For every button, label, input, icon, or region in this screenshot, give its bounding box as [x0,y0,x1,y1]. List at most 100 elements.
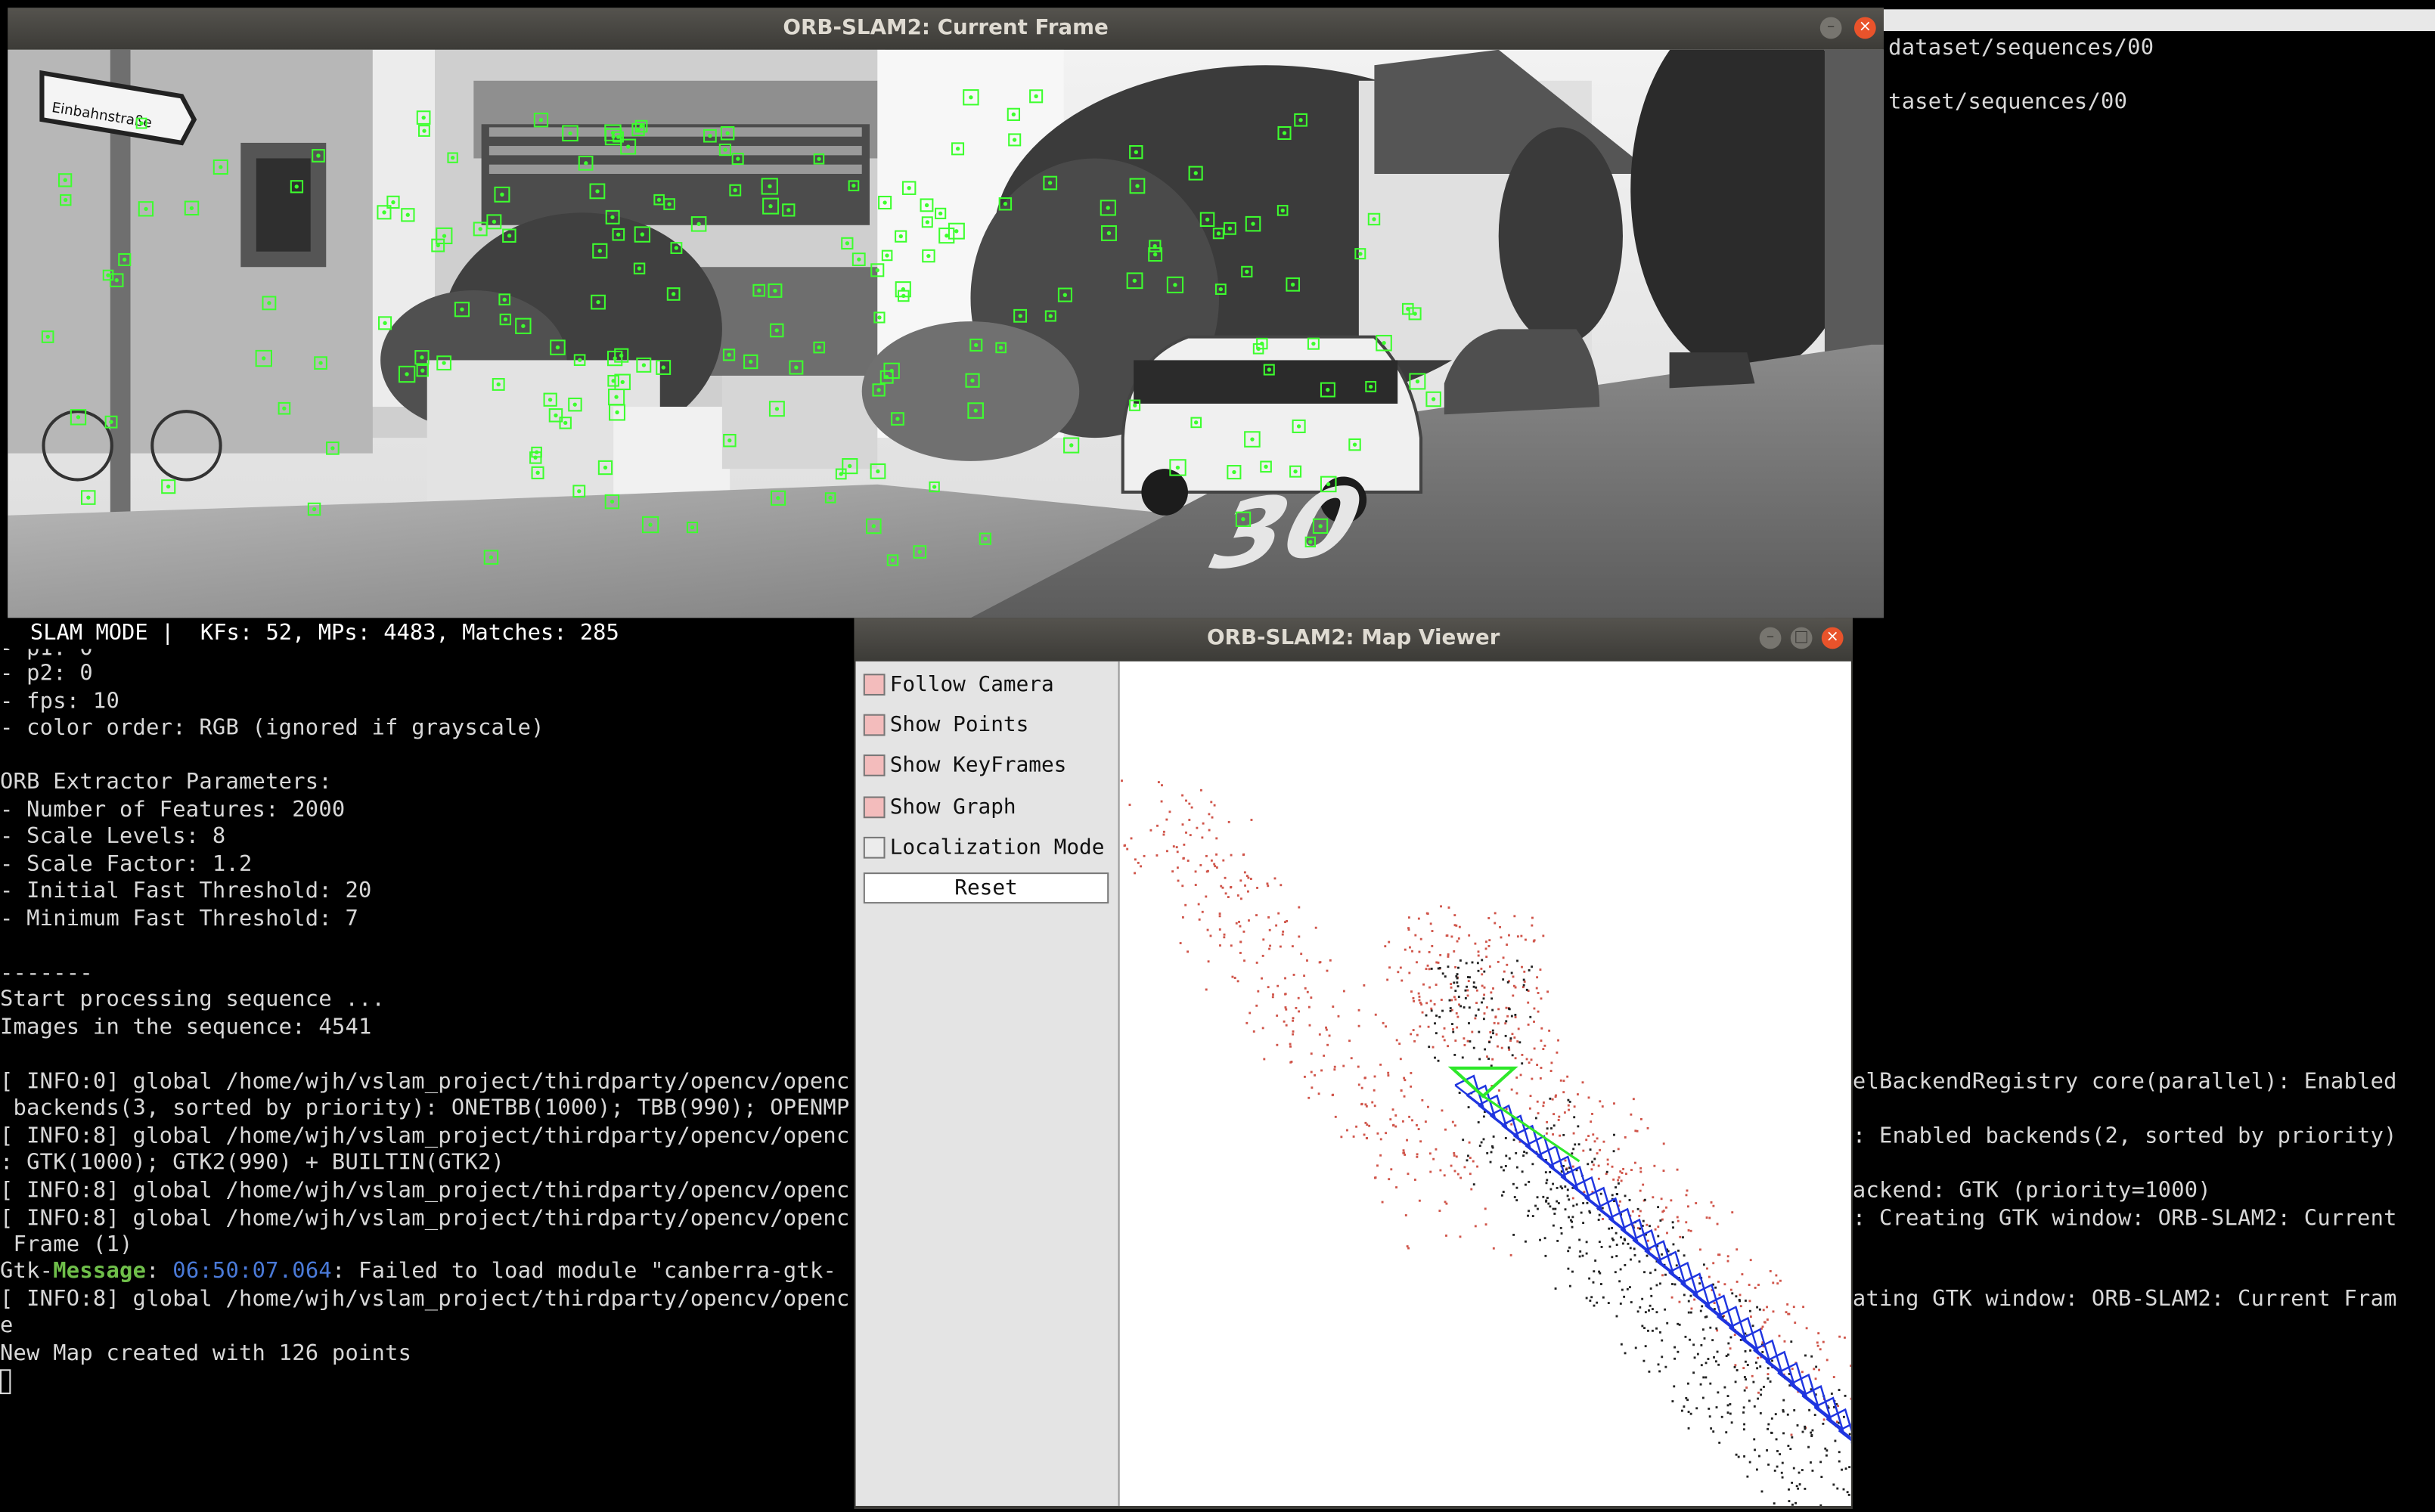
keypoint-center [828,495,833,500]
map-point [1838,1389,1841,1391]
keypoint-center [1318,524,1323,528]
map-point [1402,1149,1405,1152]
show-points-toggle[interactable]: Show Points [863,711,1028,739]
map-point [1556,1186,1559,1189]
map-point [1490,1064,1493,1067]
map-point [1468,1141,1471,1144]
map-viewer-window[interactable]: ORB-SLAM2: Map Viewer – □ × Follow Camer… [854,618,1853,1510]
map-point [1753,1438,1756,1441]
map-point [1676,1168,1679,1171]
map-point [1689,1338,1691,1341]
current-frame-titlebar[interactable]: ORB-SLAM2: Current Frame – × [8,8,1884,50]
map-point [1298,1010,1301,1013]
map-point [1297,996,1300,999]
checkbox[interactable] [863,674,886,696]
map-point [1500,1046,1503,1049]
map-point [1649,1287,1652,1290]
checkbox[interactable] [863,754,886,776]
keypoint-center [1382,340,1386,345]
map-point [1760,1490,1763,1493]
map-point [1620,1179,1623,1182]
map-point [1505,1020,1508,1023]
map-viewer-titlebar[interactable]: ORB-SLAM2: Map Viewer – □ × [854,618,1853,662]
map-point [1573,1116,1576,1119]
map-point [1756,1306,1759,1309]
map-point [1700,1343,1703,1346]
maximize-icon[interactable]: □ [1790,627,1813,649]
close-icon[interactable]: × [1821,627,1844,649]
map-point [1562,1133,1565,1136]
map-point [1638,1260,1641,1263]
map-point [1430,1007,1433,1010]
map-point [1540,1067,1543,1069]
map-point [1456,1026,1459,1029]
current-frame-window[interactable]: ORB-SLAM2: Current Frame – × Einbahnstra… [8,8,1884,618]
follow-camera-toggle[interactable]: Follow Camera [863,671,1054,699]
map-point [1744,1300,1747,1302]
map-point [1670,1296,1673,1299]
map-point [1268,947,1271,950]
checkbox[interactable] [863,714,886,736]
map-point [1425,1014,1428,1017]
map-point [1533,1047,1536,1050]
show-keyframes-toggle[interactable]: Show KeyFrames [863,751,1066,779]
keypoint-center [595,189,600,194]
reset-button[interactable]: Reset [863,872,1109,904]
map-point [1655,1284,1658,1287]
map-point [1695,1202,1698,1204]
map-point [1522,978,1525,981]
map-point [1745,1378,1748,1381]
map-point [1531,916,1534,919]
map-point [1772,1310,1775,1313]
map-3d-view[interactable] [1119,661,1851,1506]
minimize-icon[interactable]: – [1759,627,1782,649]
map-point [1311,1086,1314,1089]
keypoint-center [507,234,512,238]
map-point [1410,1071,1413,1074]
checkbox[interactable] [863,796,886,819]
map-point [1578,1238,1581,1241]
map-point [1292,1033,1295,1036]
map-point [1307,1005,1311,1009]
map-point [1515,1092,1518,1095]
map-point [1593,1157,1596,1160]
map-point [1773,1469,1776,1472]
map-point [1517,1027,1520,1030]
map-point [1767,1373,1770,1376]
map-point [1181,885,1184,888]
map-point [1608,1245,1611,1248]
map-point [1463,1037,1466,1040]
map-point [1333,1068,1336,1071]
keypoint-center [723,147,727,152]
map-point [1804,1354,1807,1357]
map-point [1817,1332,1820,1335]
localization-mode-toggle[interactable]: Localization Mode [863,834,1104,862]
map-point [1162,830,1165,833]
terminal-line: : Enabled backends(2, sorted by priority… [1852,1123,2397,1149]
map-point [1825,1359,1829,1362]
map-point [1208,829,1211,832]
map-point [1717,1280,1720,1283]
show-graph-toggle[interactable]: Show Graph [863,793,1016,821]
map-point [1472,1160,1475,1163]
map-point [1219,944,1221,947]
map-point [1624,1136,1627,1139]
window-title: ORB-SLAM2: Map Viewer [1206,625,1500,651]
map-point [1771,1359,1773,1362]
close-icon[interactable]: × [1853,17,1876,39]
map-point [1775,1274,1778,1277]
map-point [1611,1237,1614,1240]
keypoint-center [547,398,553,402]
map-point [1748,1461,1751,1464]
keypoint-center [875,268,879,273]
map-point [1545,1132,1548,1135]
map-point [1472,1046,1475,1049]
map-point [1295,1006,1298,1009]
map-point [1594,1259,1597,1262]
map-point [1717,1391,1720,1394]
map-point [1318,1033,1321,1036]
minimize-icon[interactable]: – [1819,17,1842,39]
map-point [1528,1180,1531,1183]
map-point [1804,1427,1807,1430]
checkbox[interactable] [863,836,886,859]
